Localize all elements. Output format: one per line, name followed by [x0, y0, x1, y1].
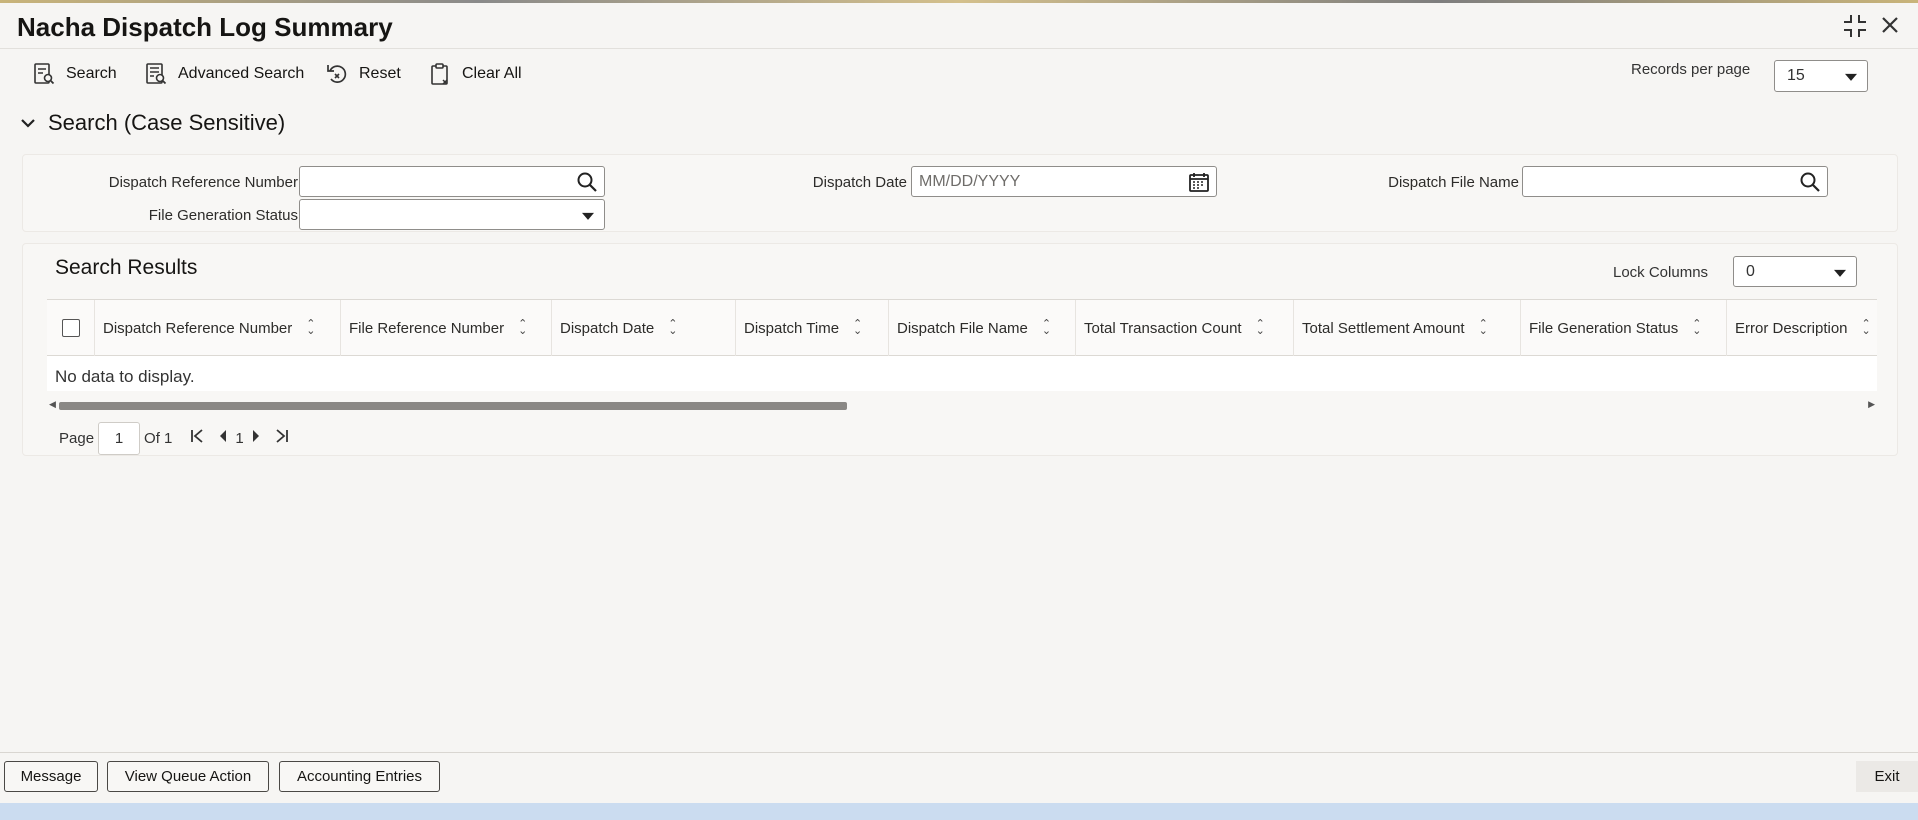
sort-icon[interactable]: ⌃ ⌄	[1256, 319, 1265, 337]
column-header-label: Dispatch Time	[744, 319, 840, 337]
sort-icon[interactable]: ⌃ ⌄	[1862, 319, 1871, 337]
status-strip	[0, 803, 1918, 820]
close-icon[interactable]	[1878, 13, 1902, 43]
last-page-icon[interactable]	[275, 429, 289, 448]
select-all-cell	[47, 300, 95, 356]
dispatch-reference-number-field[interactable]	[299, 166, 605, 197]
sort-icon[interactable]: ⌃ ⌄	[518, 319, 527, 337]
reset-icon	[327, 65, 347, 83]
sort-icon[interactable]: ⌃ ⌄	[306, 319, 315, 337]
title-bar: Nacha Dispatch Log Summary	[0, 3, 1918, 49]
dispatch-file-name-label: Dispatch File Name	[1388, 174, 1519, 191]
advanced-search-icon	[146, 63, 167, 85]
records-per-page-label: Records per page	[1631, 61, 1751, 78]
previous-page-icon[interactable]	[218, 429, 228, 448]
column-header-dispatch-file-name[interactable]: Dispatch File Name ⌃ ⌄	[889, 300, 1076, 356]
select-all-checkbox[interactable]	[62, 319, 80, 337]
lock-columns-label: Lock Columns	[1613, 264, 1709, 281]
search-button[interactable]: Search	[32, 62, 117, 86]
next-page-icon[interactable]	[251, 429, 261, 448]
lock-columns-value: 0	[1746, 262, 1755, 280]
message-button[interactable]: Message	[4, 761, 98, 792]
dispatch-date-label: Dispatch Date	[812, 174, 907, 191]
column-header-dispatch-reference-number[interactable]: Dispatch Reference Number ⌃ ⌄	[95, 300, 341, 356]
reset-button[interactable]: Reset	[325, 62, 401, 86]
clear-all-button[interactable]: Clear All	[428, 62, 522, 86]
results-table: Dispatch Reference Number ⌃ ⌄ File Referen…	[47, 299, 1877, 410]
scroll-left-icon[interactable]: ◀	[49, 399, 56, 410]
view-queue-action-button[interactable]: View Queue Action	[107, 761, 269, 792]
search-section-toggle[interactable]: Search (Case Sensitive)	[20, 110, 285, 136]
column-header-label: Dispatch Date	[560, 319, 655, 337]
restore-window-icon[interactable]	[1842, 13, 1868, 45]
dispatch-date-field[interactable]: MM/DD/YYYY	[911, 166, 1217, 197]
search-results-title: Search Results	[55, 256, 198, 279]
file-generation-status-label: File Generation Status	[148, 207, 298, 224]
search-results-panel: Search Results Lock Columns 0 Dispatch R…	[22, 243, 1898, 456]
advanced-search-button[interactable]: Advanced Search	[144, 62, 304, 86]
sort-icon[interactable]: ⌃ ⌄	[1042, 319, 1051, 337]
records-per-page-value: 15	[1787, 67, 1805, 84]
chevron-down-icon	[1834, 269, 1846, 277]
results-table-header: Dispatch Reference Number ⌃ ⌄ File Referen…	[47, 300, 1877, 356]
column-header-label: Dispatch Reference Number	[103, 319, 293, 337]
column-header-label: Error Description	[1735, 319, 1848, 337]
sort-icon[interactable]: ⌃ ⌄	[1692, 319, 1701, 337]
page-of-label: Of 1	[144, 430, 173, 447]
lock-columns-select[interactable]: 0	[1733, 256, 1857, 287]
sort-icon[interactable]: ⌃ ⌄	[668, 319, 677, 337]
horizontal-scrollbar[interactable]: ◀ ▶	[47, 398, 1877, 412]
search-form-icon	[34, 63, 55, 85]
clear-all-button-label: Clear All	[462, 65, 522, 82]
exit-button[interactable]: Exit	[1856, 761, 1918, 792]
column-header-file-generation-status[interactable]: File Generation Status ⌃ ⌄	[1521, 300, 1727, 356]
chevron-down-icon	[21, 119, 35, 128]
page-number-link[interactable]: 1	[235, 430, 243, 447]
search-icon[interactable]	[1799, 171, 1821, 193]
column-header-file-reference-number[interactable]: File Reference Number ⌃ ⌄	[341, 300, 552, 356]
first-page-icon[interactable]	[190, 429, 204, 448]
footer-bar: Message View Queue Action Accounting Ent…	[0, 752, 1918, 810]
column-header-total-settlement-amount[interactable]: Total Settlement Amount ⌃ ⌄	[1294, 300, 1521, 356]
column-header-label: File Reference Number	[349, 319, 505, 337]
accounting-entries-button[interactable]: Accounting Entries	[279, 761, 440, 792]
scrollbar-thumb[interactable]	[59, 402, 847, 410]
empty-table-message: No data to display.	[55, 367, 195, 386]
column-header-label: Total Settlement Amount	[1302, 319, 1465, 337]
calendar-icon[interactable]	[1188, 171, 1210, 193]
column-header-error-description[interactable]: Error Description ⌃ ⌄	[1727, 300, 1877, 356]
clipboard-icon	[431, 63, 448, 85]
records-per-page-select[interactable]: 15	[1774, 60, 1868, 92]
search-icon[interactable]	[576, 171, 598, 193]
current-page-input[interactable]: 1	[98, 422, 141, 455]
search-section-heading: Search (Case Sensitive)	[48, 110, 286, 135]
scroll-right-icon[interactable]: ▶	[1868, 399, 1875, 410]
search-button-label: Search	[66, 65, 117, 82]
dispatch-date-placeholder: MM/DD/YYYY	[919, 172, 1021, 190]
page-label: Page	[59, 430, 95, 447]
chevron-down-icon	[1845, 73, 1857, 81]
sort-icon[interactable]: ⌃ ⌄	[853, 319, 862, 337]
page-title: Nacha Dispatch Log Summary	[17, 12, 393, 42]
column-header-label: Total Transaction Count	[1084, 319, 1242, 337]
column-header-total-transaction-count[interactable]: Total Transaction Count ⌃ ⌄	[1076, 300, 1294, 356]
column-header-dispatch-time[interactable]: Dispatch Time ⌃ ⌄	[736, 300, 889, 356]
dispatch-file-name-field[interactable]	[1522, 166, 1828, 197]
pagination: Page 1 Of 1 1	[59, 422, 296, 455]
column-header-label: File Generation Status	[1529, 319, 1679, 337]
dispatch-reference-number-label: Dispatch Reference Number	[108, 174, 298, 191]
reset-button-label: Reset	[359, 65, 401, 82]
sort-icon[interactable]: ⌃ ⌄	[1479, 319, 1488, 337]
column-header-label: Dispatch File Name	[897, 319, 1028, 337]
search-criteria-panel: Dispatch Reference Number Dispatch Date …	[22, 154, 1898, 232]
column-header-dispatch-date[interactable]: Dispatch Date ⌃ ⌄	[552, 300, 736, 356]
chevron-down-icon	[582, 212, 594, 220]
advanced-search-button-label: Advanced Search	[178, 65, 305, 82]
file-generation-status-select[interactable]	[299, 199, 605, 230]
